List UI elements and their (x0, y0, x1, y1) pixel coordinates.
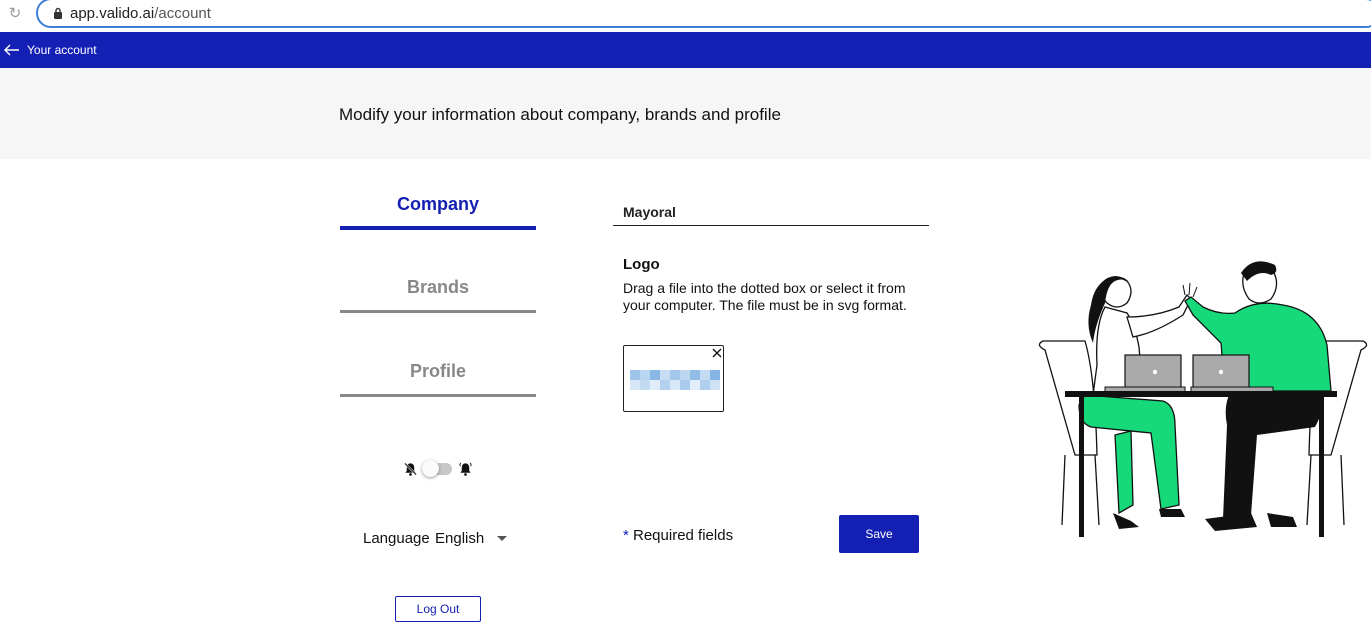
tab-brands[interactable]: Brands (340, 253, 536, 313)
close-icon[interactable] (711, 347, 723, 359)
info-banner: Modify your information about company, b… (0, 68, 1371, 159)
logo-help-text: Drag a file into the dotted box or selec… (623, 280, 907, 313)
required-fields-note: * Required fields (623, 527, 733, 544)
banner-text: Modify your information about company, b… (339, 105, 781, 124)
back-arrow-icon[interactable] (3, 41, 21, 59)
browser-url-bar: ↻ app.valido.ai/account (0, 0, 1371, 32)
switch-knob[interactable] (422, 460, 439, 477)
url-path: /account (154, 5, 211, 22)
logo-preview-image (630, 370, 720, 390)
tab-profile[interactable]: Profile (340, 337, 536, 397)
address-bar[interactable]: app.valido.ai/account (36, 0, 1371, 28)
app-header: Your account (0, 32, 1371, 68)
save-button[interactable]: Save (839, 515, 919, 553)
lock-icon (54, 7, 62, 19)
tab-label: Profile (409, 361, 466, 381)
logo-section-title: Logo (623, 256, 660, 273)
logo-dropzone[interactable] (623, 345, 724, 412)
tab-label: Company (396, 194, 479, 214)
notifications-switch[interactable] (422, 460, 452, 477)
reload-icon[interactable]: ↻ (6, 5, 24, 23)
bell-off-icon (404, 462, 417, 476)
language-select[interactable]: English (435, 530, 515, 550)
url-host: app.valido.ai (70, 5, 155, 22)
tab-company[interactable]: Company (340, 170, 536, 230)
logout-button[interactable]: Log Out (395, 596, 481, 622)
chevron-down-icon (497, 536, 507, 541)
language-value: English (435, 530, 485, 547)
high-five-illustration (1038, 261, 1368, 537)
header-title[interactable]: Your account (27, 43, 97, 57)
notifications-toggle (403, 460, 475, 480)
tab-label: Brands (406, 277, 469, 297)
bell-ringing-icon (459, 462, 472, 476)
url-text: app.valido.ai/account (70, 5, 211, 22)
language-label: Language (363, 530, 430, 547)
company-name-field[interactable]: Mayoral (613, 196, 929, 226)
required-text: Required fields (628, 527, 734, 544)
